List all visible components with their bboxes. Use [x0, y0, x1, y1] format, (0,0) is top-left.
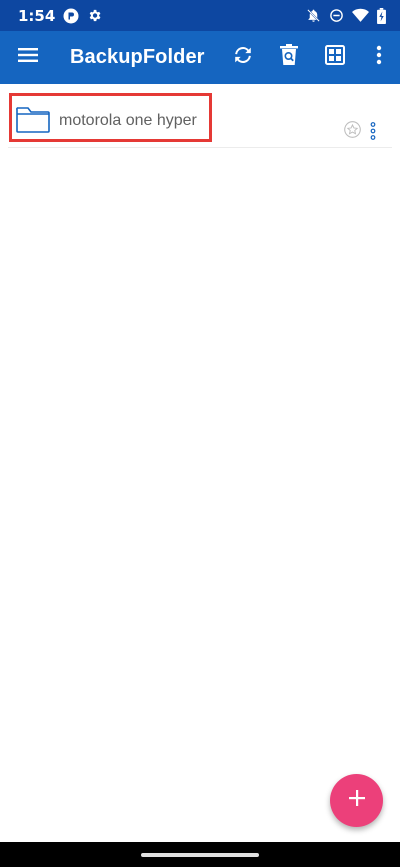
status-time: 1:54 — [18, 6, 56, 25]
app-bar: BackupFolder — [0, 31, 400, 84]
file-name: motorola one hyper — [59, 112, 197, 129]
folder-icon — [16, 106, 50, 138]
grid-view-button[interactable] — [312, 31, 358, 84]
add-icon — [348, 789, 366, 812]
list-item[interactable]: motorola one hyper — [8, 84, 392, 148]
add-button[interactable] — [330, 774, 383, 827]
battery-charging-icon — [377, 7, 386, 24]
navigation-bar — [0, 842, 400, 867]
file-list: motorola one hyper — [0, 84, 400, 148]
grid-view-icon — [325, 45, 345, 70]
sync-icon — [232, 44, 254, 71]
notification-app-icon — [63, 8, 79, 24]
page-title: BackupFolder — [70, 46, 205, 68]
wifi-icon — [352, 8, 369, 23]
more-vert-icon — [376, 45, 382, 70]
do-not-disturb-icon — [329, 8, 344, 23]
star-icon[interactable] — [344, 121, 361, 143]
menu-button[interactable] — [0, 31, 56, 84]
menu-icon — [18, 47, 38, 68]
status-left: 1:54 — [18, 7, 102, 25]
settings-gear-icon — [87, 8, 102, 23]
status-bar: 1:54 — [0, 0, 400, 31]
sync-button[interactable] — [220, 31, 266, 84]
app-actions — [220, 31, 400, 84]
notifications-off-icon — [306, 8, 321, 23]
trash-search-icon — [279, 44, 299, 71]
status-right — [306, 7, 386, 24]
row-more-icon[interactable] — [370, 122, 376, 145]
trash-search-button[interactable] — [266, 31, 312, 84]
home-gesture-handle[interactable] — [141, 853, 259, 857]
more-options-button[interactable] — [358, 31, 400, 84]
